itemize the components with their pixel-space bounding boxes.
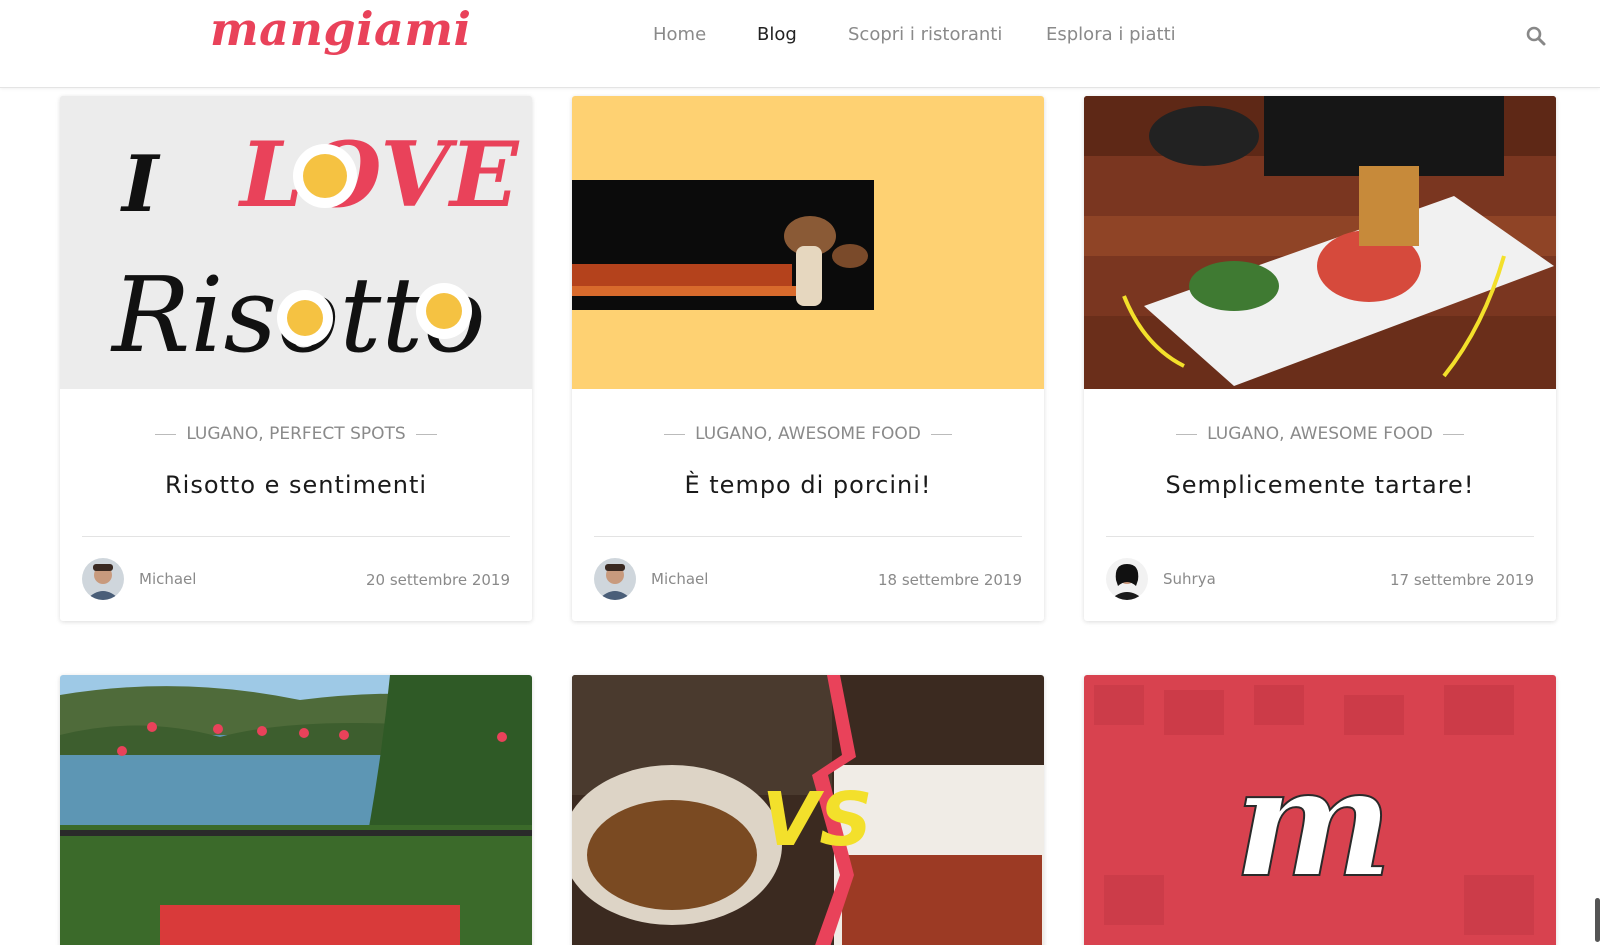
author-name[interactable]: Michael: [651, 570, 708, 588]
blog-post-card[interactable]: I LOVE Risotto LUGANO, PERFECT SPOTS Ris…: [60, 96, 532, 621]
author-avatar[interactable]: [82, 558, 124, 600]
dash-right: [1442, 433, 1464, 435]
post-categories: LUGANO, AWESOME FOOD: [572, 424, 1044, 444]
dash-left: [664, 433, 686, 435]
category-link[interactable]: PERFECT SPOTS: [269, 424, 406, 444]
search-button[interactable]: [1525, 25, 1549, 49]
blog-post-card[interactable]: [60, 675, 532, 945]
post-title[interactable]: Semplicemente tartare!: [1084, 471, 1556, 499]
blog-post-card[interactable]: m: [1084, 675, 1556, 945]
dash-right: [930, 433, 952, 435]
svg-text:I: I: [120, 139, 161, 230]
category-link[interactable]: LUGANO: [695, 424, 767, 444]
post-image-tartare[interactable]: [1084, 96, 1556, 389]
svg-text:VS: VS: [762, 777, 873, 863]
blog-post-card[interactable]: LUGANO, AWESOME FOOD Semplicemente tarta…: [1084, 96, 1556, 621]
post-title[interactable]: Risotto e sentimenti: [60, 471, 532, 499]
category-link[interactable]: LUGANO: [1207, 424, 1279, 444]
divider: [82, 536, 510, 537]
author-name[interactable]: Michael: [139, 570, 196, 588]
nav-item-home[interactable]: Home: [653, 24, 706, 45]
post-categories: LUGANO, PERFECT SPOTS: [60, 424, 532, 444]
page-scrollbar[interactable]: [1595, 898, 1600, 942]
nav-item-blog[interactable]: Blog: [757, 24, 797, 45]
post-image-risotto[interactable]: I LOVE Risotto: [60, 96, 532, 389]
divider: [1106, 536, 1534, 537]
blog-post-card[interactable]: LUGANO, AWESOME FOOD È tempo di porcini!…: [572, 96, 1044, 621]
author-avatar[interactable]: [594, 558, 636, 600]
post-date: 20 settembre 2019: [365, 571, 510, 589]
svg-text:m: m: [1234, 735, 1393, 911]
post-categories: LUGANO, AWESOME FOOD: [1084, 424, 1556, 444]
nav-item-scopri-ristoranti[interactable]: Scopri i ristoranti: [848, 24, 1002, 45]
category-link[interactable]: AWESOME FOOD: [1290, 424, 1433, 444]
post-image-mangiami[interactable]: m: [1084, 675, 1556, 945]
blog-post-card[interactable]: VS: [572, 675, 1044, 945]
search-icon: [1526, 26, 1546, 46]
divider: [594, 536, 1022, 537]
post-image-porcini[interactable]: [572, 96, 1044, 389]
post-date: 18 settembre 2019: [877, 571, 1022, 589]
site-header: mangiami Home Blog Scopri i ristoranti E…: [0, 0, 1600, 88]
post-date: 17 settembre 2019: [1389, 571, 1534, 589]
dash-right: [415, 433, 437, 435]
category-link[interactable]: LUGANO: [186, 424, 258, 444]
category-link[interactable]: AWESOME FOOD: [778, 424, 921, 444]
dash-left: [155, 433, 177, 435]
nav-item-esplora-piatti[interactable]: Esplora i piatti: [1046, 24, 1176, 45]
post-image-lake[interactable]: [60, 675, 532, 945]
main-nav: Home Blog Scopri i ristoranti Esplora i …: [0, 24, 1600, 54]
post-image-versus[interactable]: VS: [572, 675, 1044, 945]
author-avatar[interactable]: [1106, 558, 1148, 600]
post-title[interactable]: È tempo di porcini!: [572, 471, 1044, 499]
svg-text:LOVE: LOVE: [237, 122, 520, 228]
author-name[interactable]: Suhrya: [1163, 570, 1216, 588]
dash-left: [1176, 433, 1198, 435]
